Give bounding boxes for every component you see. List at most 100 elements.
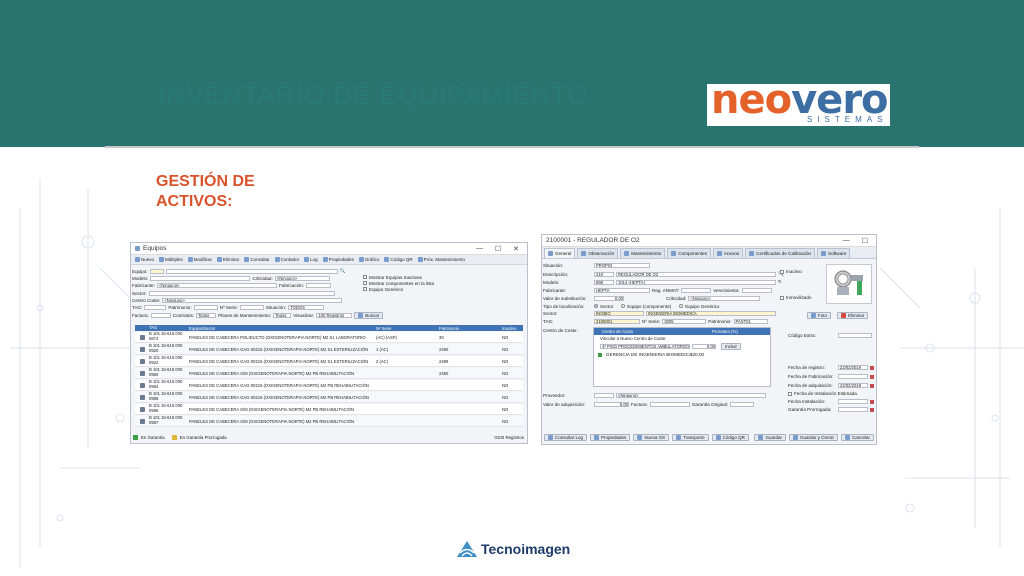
guardar-y-cerrar-button[interactable]: Guardar y Cerrar (788, 434, 838, 441)
col-patrimonio[interactable]: Patrimonio (439, 326, 502, 331)
toolbar-modificar-button[interactable]: Modificar (187, 257, 212, 262)
codigo-qr-button[interactable]: Código QR (711, 434, 749, 441)
toolbar-codigo-qr-button[interactable]: Código QR (384, 257, 413, 262)
foto-button[interactable]: Foto (807, 312, 832, 319)
codigo-extra-input[interactable] (838, 333, 872, 338)
vencimiento-input[interactable] (741, 288, 772, 293)
calendar-icon[interactable] (870, 407, 874, 412)
sector-radio[interactable] (594, 304, 598, 308)
toolbar-propiedades-button[interactable]: Propiedades (322, 257, 354, 262)
guardar-button[interactable]: Guardar (754, 434, 786, 441)
garantia-prorrogada-input[interactable] (838, 407, 868, 412)
toolbar-contador-button[interactable]: Contador (274, 257, 299, 262)
inactivo-checkbox[interactable] (780, 269, 784, 274)
tab-mantenimiento[interactable]: Mantenimiento (620, 248, 666, 258)
situacion-select[interactable]: PROPIO (594, 263, 650, 268)
buscar-button[interactable]: Buscar (354, 312, 384, 319)
patrimonio-input[interactable] (193, 305, 218, 310)
tab-anexos[interactable]: Anexos (712, 248, 744, 258)
table-row[interactable]: B 101 15-616 000 0874 PANELES DE CABECERA… (135, 332, 523, 343)
equipo-code-input[interactable] (149, 268, 164, 274)
minimize-icon[interactable]: — (476, 245, 483, 253)
equipo-generico-radio[interactable] (679, 304, 684, 308)
garantia-original-input[interactable] (730, 402, 755, 407)
tab-observacion[interactable]: Observación (577, 248, 619, 258)
planes-select[interactable]: Todos (273, 313, 292, 318)
toolbar-nuevo-button[interactable]: Nuevo (135, 257, 154, 262)
toolbar-prox-mantenimiento-button[interactable]: Próx. Mantenimiento (417, 257, 465, 262)
incluir-button[interactable]: Incluir (721, 343, 742, 350)
table-row[interactable]: B 101 15-616 000 0920 PANELES DE CABECERA… (135, 344, 523, 355)
col-n-serie[interactable]: Nº Serie (376, 326, 439, 331)
tab-software[interactable]: Software (817, 248, 851, 258)
radio-sector[interactable]: Sector (594, 304, 613, 309)
calendar-icon[interactable] (870, 399, 874, 404)
tag-input[interactable] (144, 305, 167, 310)
new-center-select[interactable]: 4º PISO PROCEDIMIENTOS AMBULATORIOS (600, 344, 690, 349)
col-tag[interactable]: TAG (149, 325, 189, 331)
col-equipo-sector[interactable]: Equipo/Sector (189, 326, 376, 331)
centro-coste-select[interactable]: <Ninguno> (162, 298, 343, 303)
criticidad-select[interactable]: <Ninguno> (688, 296, 761, 301)
table-row[interactable]: B 101 15-616 000 0922 PANELES DE CABECERA… (135, 356, 523, 367)
inmovilizado-checkbox[interactable] (780, 295, 784, 300)
patrimonio-input[interactable]: PAST01 (733, 319, 768, 324)
radio-equipo-componente[interactable]: Equipo (componente) (621, 304, 671, 309)
check-mostrar-equipos-inactivos[interactable]: Mostrar Equipos Inactivos (363, 275, 422, 280)
toolbar-eliminar-button[interactable]: Eliminar (217, 257, 239, 262)
factura-input[interactable] (150, 313, 171, 318)
fabricacion-input[interactable] (306, 283, 332, 288)
eliminar-foto-button[interactable]: Eliminar (837, 312, 869, 319)
refresh-icon[interactable]: ↻ (778, 279, 782, 285)
proveedor-select[interactable]: <Ninguno> (616, 393, 766, 398)
factura-input[interactable] (649, 402, 690, 407)
contratos-select[interactable]: Todos (196, 313, 217, 318)
toolbar-multiples-button[interactable]: Múltiples (159, 257, 183, 262)
new-pct-input[interactable]: 0,00 (692, 344, 716, 349)
fecha-adquisicion-input[interactable]: 22/02/2019 (838, 383, 868, 388)
situacion-select[interactable]: TODOS (288, 305, 325, 310)
fecha-instalacion-input[interactable] (838, 399, 868, 404)
criticidad-select[interactable]: <Ninguno> (274, 276, 330, 281)
table-row[interactable]: B 101 15-616 000 0987 PANELES DE CABECERA… (135, 416, 523, 427)
table-row[interactable]: B 101 15-616 000 0984 PANELES DE CABECERA… (135, 380, 523, 391)
nserie-input[interactable]: 3005 (662, 319, 707, 324)
maximize-icon[interactable]: ☐ (862, 237, 868, 245)
modelo-code[interactable]: 898 (594, 279, 614, 285)
propiedades-button[interactable]: Propiedades (590, 434, 631, 441)
cancelar-button[interactable]: Cancelar (840, 434, 874, 441)
mostrar-componentes-en-la-lista-checkbox[interactable] (363, 281, 367, 285)
table-row[interactable]: B 101 15-616 000 0986 PANELES DE CABECERA… (135, 404, 523, 415)
valor-sustitucion-input[interactable]: 0,00 (594, 296, 624, 301)
equipo-generico-checkbox[interactable] (363, 287, 367, 291)
equipo-componente-radio[interactable] (621, 304, 626, 308)
fecha-fabricacion-input[interactable] (838, 374, 868, 379)
visualizar-select[interactable]: 100 Registros (316, 313, 353, 318)
sector-select[interactable]: INGENIERIA BIOMEDICA (646, 311, 776, 316)
toolbar-grafico-button[interactable]: Gráfico (358, 257, 379, 262)
col-inactivo[interactable]: Inactivo (502, 326, 522, 331)
calendar-icon[interactable] (870, 383, 874, 388)
close-icon[interactable]: ✕ (513, 245, 519, 253)
nueva-os-button[interactable]: Nueva OS (633, 434, 670, 441)
reg-anmat-input[interactable] (681, 288, 712, 293)
table-row[interactable]: B 101 15-616 000 0985 PANELES DE CABECERA… (135, 392, 523, 403)
valor-adquisicion-input[interactable]: 5,00 (594, 402, 629, 407)
descripcion-code[interactable]: 210 (594, 271, 614, 277)
minimize-icon[interactable]: — (843, 237, 850, 245)
instalacion-estimada-checkbox[interactable] (788, 391, 792, 396)
modelo-input[interactable] (150, 276, 251, 281)
tab-componentes[interactable]: Componentes (667, 248, 711, 258)
sector-code[interactable]: INGBIO (594, 311, 644, 316)
tab-general[interactable]: General (544, 248, 576, 258)
fabricante-select[interactable]: <Ninguno> (156, 283, 277, 288)
equipo-input[interactable] (165, 268, 338, 274)
check-equipo-generico[interactable]: Equipo Genérico (363, 287, 403, 292)
nserie-input[interactable] (239, 305, 264, 310)
descripcion-input[interactable]: REGULADOR DE O2 (616, 271, 776, 277)
check-mostrar-componentes-en-la-lista[interactable]: Mostrar componentes en la lista (363, 281, 434, 286)
mostrar-equipos-inactivos-checkbox[interactable] (363, 275, 367, 279)
toolbar-consultar-button[interactable]: Consultar (244, 257, 270, 262)
tab-certificados-de-calibracion[interactable]: Certificados de Calibración (745, 248, 816, 258)
sector-input[interactable] (148, 291, 335, 296)
